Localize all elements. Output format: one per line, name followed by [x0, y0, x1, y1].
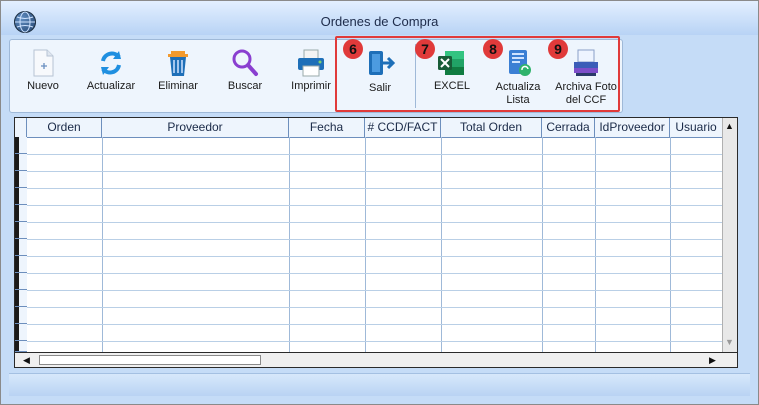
orders-grid[interactable]: Orden Proveedor Fecha # CCD/FACT Total O… [14, 117, 738, 368]
row-selector[interactable] [15, 341, 27, 352]
column-header-total-orden[interactable]: Total Orden [441, 118, 542, 137]
vertical-scrollbar[interactable]: ▲ ▼ [722, 118, 737, 352]
grid-column-line [441, 137, 442, 352]
row-selector[interactable] [15, 324, 27, 341]
scroll-down-arrow-icon[interactable]: ▼ [725, 336, 734, 348]
row-selector[interactable] [15, 171, 27, 188]
grid-row-line [27, 324, 723, 325]
grid-column-line [289, 137, 290, 352]
refresh-icon [95, 47, 127, 79]
horizontal-scroll-thumb[interactable] [39, 355, 261, 365]
highlight-box [335, 36, 620, 112]
row-selector[interactable] [15, 154, 27, 171]
row-selector[interactable] [15, 222, 27, 239]
grid-row-line [27, 188, 723, 189]
new-label: Nuevo [27, 80, 59, 92]
horizontal-scrollbar[interactable]: ◀ ▶ [15, 352, 737, 367]
delete-button[interactable]: Eliminar [148, 40, 208, 112]
printer-icon [295, 47, 327, 79]
grid-row-line [27, 290, 723, 291]
callout-badge-6: 6 [343, 39, 363, 59]
grid-column-line [595, 137, 596, 352]
column-header-proveedor[interactable]: Proveedor [102, 118, 289, 137]
grid-column-line [542, 137, 543, 352]
trash-icon [162, 47, 194, 79]
grid-row-line [27, 222, 723, 223]
row-selector[interactable] [15, 137, 27, 154]
column-header-fecha[interactable]: Fecha [289, 118, 365, 137]
new-button[interactable]: Nuevo [12, 40, 74, 112]
grid-row-line [27, 273, 723, 274]
scroll-left-arrow-icon[interactable]: ◀ [23, 354, 30, 366]
grid-row-line [27, 171, 723, 172]
new-document-icon [27, 47, 59, 79]
row-selector[interactable] [15, 256, 27, 273]
grid-row-line [27, 307, 723, 308]
search-button[interactable]: Buscar [214, 40, 276, 112]
delete-label: Eliminar [158, 80, 198, 92]
purchase-orders-window: Ordenes de Compra Nuevo Actualizar Elimi… [0, 0, 759, 405]
row-selector[interactable] [15, 239, 27, 256]
column-header-usuario[interactable]: Usuario [670, 118, 723, 137]
grid-column-line [670, 137, 671, 352]
grid-row-line [27, 239, 723, 240]
print-button[interactable]: Imprimir [280, 40, 342, 112]
grid-row-line [27, 154, 723, 155]
row-selector[interactable] [15, 205, 27, 222]
callout-badge-7: 7 [415, 39, 435, 59]
grid-row-line [27, 205, 723, 206]
column-header-orden[interactable]: Orden [27, 118, 102, 137]
print-label: Imprimir [291, 80, 331, 92]
grid-row-line [27, 341, 723, 342]
refresh-label: Actualizar [86, 80, 136, 92]
row-selector[interactable] [15, 290, 27, 307]
row-selector-column [15, 118, 27, 352]
magnifier-icon [229, 47, 261, 79]
scroll-right-arrow-icon[interactable]: ▶ [709, 354, 716, 366]
row-selector[interactable] [15, 188, 27, 205]
callout-badge-8: 8 [483, 39, 503, 59]
column-header-cerrada[interactable]: Cerrada [542, 118, 595, 137]
column-header-idproveedor[interactable]: IdProveedor [595, 118, 670, 137]
row-selector[interactable] [15, 273, 27, 290]
title-bar: Ordenes de Compra [1, 1, 758, 35]
window-title: Ordenes de Compra [320, 14, 439, 29]
status-bar [9, 373, 750, 396]
grid-row-line [27, 256, 723, 257]
scroll-up-arrow-icon[interactable]: ▲ [725, 120, 734, 132]
grid-column-line [102, 137, 103, 352]
grid-header-row: Orden Proveedor Fecha # CCD/FACT Total O… [15, 118, 723, 138]
search-label: Buscar [227, 80, 263, 92]
callout-badge-9: 9 [548, 39, 568, 59]
row-selector[interactable] [15, 307, 27, 324]
refresh-button[interactable]: Actualizar [80, 40, 142, 112]
column-header-ccd-fact[interactable]: # CCD/FACT [365, 118, 441, 137]
grid-column-line [365, 137, 366, 352]
